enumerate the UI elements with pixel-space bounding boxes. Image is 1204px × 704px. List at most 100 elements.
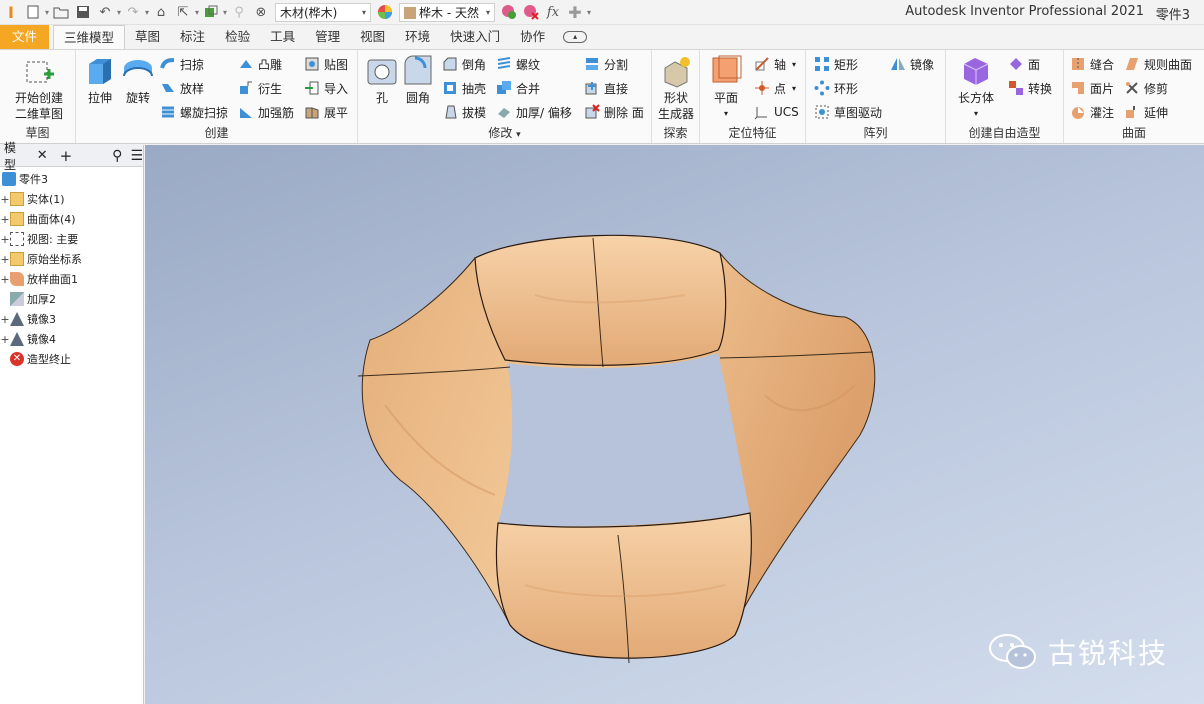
redo-icon[interactable]: ↷ bbox=[122, 1, 144, 23]
combine-button[interactable]: 合并 bbox=[496, 78, 540, 98]
tree-item-surface-bodies[interactable]: + 曲面体(4) bbox=[0, 209, 76, 229]
expand-icon[interactable]: + bbox=[0, 253, 10, 266]
measure-icon[interactable]: ⚲ bbox=[228, 1, 250, 23]
ucs-button[interactable]: UCS bbox=[754, 102, 799, 122]
adjust-appearance-icon[interactable] bbox=[498, 1, 520, 23]
expand-icon[interactable]: + bbox=[0, 233, 10, 246]
tab-environments[interactable]: 环境 bbox=[395, 25, 440, 49]
clear-appearance-icon[interactable] bbox=[520, 1, 542, 23]
parameters-fx-icon[interactable]: fx bbox=[542, 1, 564, 23]
tab-manage[interactable]: 管理 bbox=[305, 25, 350, 49]
unfold-button[interactable]: 展平 bbox=[304, 102, 348, 122]
fillet-button[interactable]: 圆角 bbox=[396, 54, 440, 106]
sculpt-button[interactable]: 灌注 bbox=[1070, 102, 1114, 122]
trim-button[interactable]: 修剪 bbox=[1124, 78, 1168, 98]
freeform-face-label: 面 bbox=[1028, 57, 1041, 72]
coil-button[interactable]: 螺旋扫掠 bbox=[160, 102, 228, 122]
inventor-logo-icon[interactable]: I bbox=[0, 1, 22, 23]
tree-item-solid-bodies[interactable]: + 实体(1) bbox=[0, 189, 65, 209]
panel-freeform-label: 创建自由造型 bbox=[968, 126, 1041, 140]
new-file-icon[interactable] bbox=[22, 1, 44, 23]
thicken-offset-button[interactable]: 加厚/ 偏移 bbox=[496, 102, 572, 122]
tree-item-view[interactable]: + 视图: 主要 bbox=[0, 229, 78, 249]
material-sphere-icon[interactable]: ⊗ bbox=[250, 1, 272, 23]
customize-dropdown-icon[interactable]: ▾ bbox=[586, 8, 592, 17]
delete-face-button[interactable]: 删除 面 bbox=[584, 102, 644, 122]
expand-icon[interactable]: + bbox=[0, 213, 10, 226]
expand-icon[interactable]: + bbox=[0, 313, 10, 326]
split-icon bbox=[586, 58, 598, 70]
split-button[interactable]: 分割 bbox=[584, 54, 628, 74]
panel-modify-label[interactable]: 修改 ▾ bbox=[358, 124, 651, 141]
shape-generator-button[interactable]: 形状 生成器 bbox=[654, 54, 698, 122]
tab-annotate[interactable]: 标注 bbox=[170, 25, 215, 49]
tree-item-mirror-4[interactable]: + 镜像4 bbox=[0, 329, 56, 349]
expand-icon[interactable]: + bbox=[0, 333, 10, 346]
expand-icon[interactable]: + bbox=[0, 193, 10, 206]
stitch-button[interactable]: 缝合 bbox=[1070, 54, 1114, 74]
emboss-button[interactable]: 凸雕 bbox=[238, 54, 282, 74]
tree-item-part[interactable]: 零件3 bbox=[2, 169, 48, 189]
derive-button[interactable]: 衍生 bbox=[238, 78, 282, 98]
decal-button[interactable]: 贴图 bbox=[304, 54, 348, 74]
graphics-viewport[interactable] bbox=[145, 145, 1204, 704]
point-button[interactable]: 点 ▾ bbox=[754, 78, 796, 98]
circular-pattern-button[interactable]: 环形 bbox=[814, 78, 858, 98]
rectangular-pattern-button[interactable]: 矩形 bbox=[814, 54, 858, 74]
rib-button[interactable]: 加强筋 bbox=[238, 102, 294, 122]
start-2d-sketch-button[interactable]: 开始创建 二维草图 bbox=[8, 54, 70, 122]
chevron-down-icon: ▾ bbox=[723, 109, 728, 118]
axis-button[interactable]: 轴 ▾ bbox=[754, 54, 796, 74]
select-icon[interactable]: ⇱ bbox=[172, 1, 194, 23]
draft-button[interactable]: 拔模 bbox=[442, 102, 486, 122]
mirror-button[interactable]: 镜像 bbox=[890, 54, 934, 74]
add-icon[interactable]: ✚ bbox=[564, 1, 586, 23]
appearance-dropdown[interactable]: 桦木 - 天然 ▾ bbox=[399, 2, 495, 22]
sketch-driven-pattern-button[interactable]: 草图驱动 bbox=[814, 102, 882, 122]
home-icon[interactable]: ⌂ bbox=[150, 1, 172, 23]
ribbon-toggle[interactable]: ▴ bbox=[555, 25, 595, 49]
convert-button[interactable]: 转换 bbox=[1008, 78, 1052, 98]
material-dropdown[interactable]: 木材(桦木) ▾ bbox=[275, 2, 371, 22]
ruled-surface-button[interactable]: 规则曲面 bbox=[1124, 54, 1192, 74]
tree-item-loft-surface[interactable]: + 放样曲面1 bbox=[0, 269, 78, 289]
chamfer-button[interactable]: 倒角 bbox=[442, 54, 486, 74]
freeform-face-button[interactable]: 面 bbox=[1008, 54, 1040, 74]
import-button[interactable]: 导入 bbox=[304, 78, 348, 98]
revolve-button[interactable]: 旋转 bbox=[116, 54, 160, 106]
plane-button[interactable]: 平面 ▾ bbox=[704, 54, 748, 122]
save-icon[interactable] bbox=[72, 1, 94, 23]
tab-model[interactable]: 模型 bbox=[0, 139, 23, 173]
expand-icon[interactable]: + bbox=[0, 273, 10, 286]
tab-collaborate[interactable]: 协作 bbox=[510, 25, 555, 49]
tab-sketch[interactable]: 草图 bbox=[125, 25, 170, 49]
patch-button[interactable]: 面片 bbox=[1070, 78, 1114, 98]
extend-button[interactable]: 延伸 bbox=[1124, 102, 1168, 122]
tab-3d-model[interactable]: 三维模型 bbox=[53, 25, 126, 49]
tree-item-mirror-3[interactable]: + 镜像3 bbox=[0, 309, 56, 329]
tree-item-end-of-part[interactable]: ✕ 造型终止 bbox=[10, 349, 71, 369]
freeform-box-button[interactable]: 长方体 ▾ bbox=[954, 54, 998, 122]
tree-item-thicken[interactable]: 加厚2 bbox=[10, 289, 56, 309]
tab-view[interactable]: 视图 bbox=[350, 25, 395, 49]
thread-button[interactable]: 螺纹 bbox=[496, 54, 540, 74]
search-icon[interactable]: ⚲ bbox=[112, 148, 122, 164]
undo-icon[interactable]: ↶ bbox=[94, 1, 116, 23]
update-icon[interactable] bbox=[200, 1, 222, 23]
open-folder-icon[interactable] bbox=[50, 1, 72, 23]
folder-icon bbox=[10, 252, 24, 266]
tab-file[interactable]: 文件 bbox=[0, 25, 50, 49]
loft-button[interactable]: 放样 bbox=[160, 78, 204, 98]
tree-item-origin[interactable]: + 原始坐标系 bbox=[0, 249, 82, 269]
sweep-button[interactable]: 扫掠 bbox=[160, 54, 204, 74]
tab-tools[interactable]: 工具 bbox=[260, 25, 305, 49]
shell-button[interactable]: 抽壳 bbox=[442, 78, 486, 98]
close-icon[interactable]: ✕ bbox=[37, 148, 48, 163]
direct-edit-button[interactable]: 直接 bbox=[584, 78, 628, 98]
wooden-surface-model[interactable] bbox=[145, 145, 1204, 704]
add-tab-icon[interactable]: + bbox=[60, 147, 73, 165]
tab-inspect[interactable]: 检验 bbox=[215, 25, 260, 49]
appearance-color-icon[interactable] bbox=[374, 1, 396, 23]
tab-get-started[interactable]: 快速入门 bbox=[440, 25, 510, 49]
menu-icon[interactable]: ☰ bbox=[130, 148, 143, 164]
